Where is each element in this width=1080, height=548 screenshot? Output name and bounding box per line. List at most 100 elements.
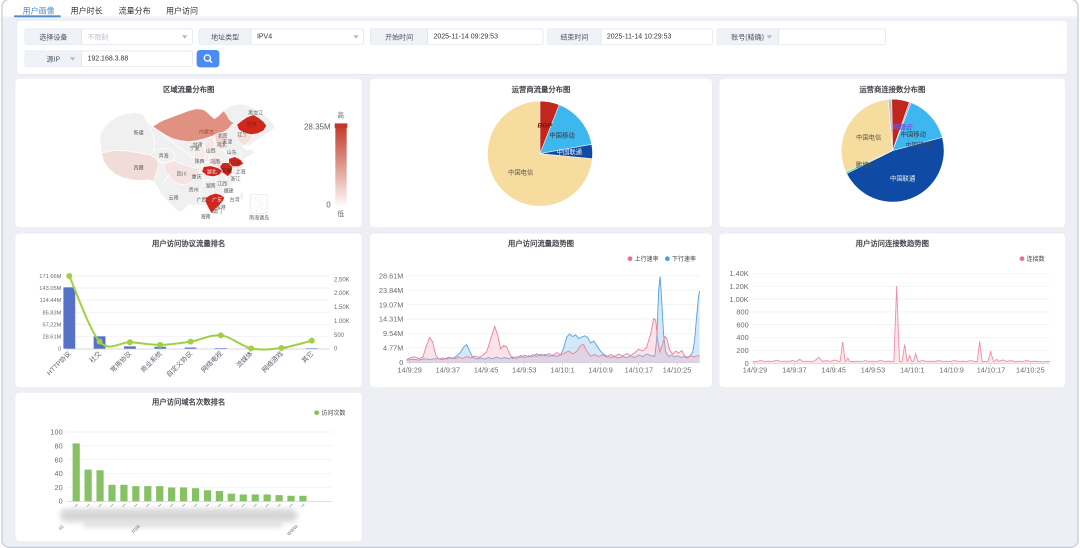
svg-text:高: 高 xyxy=(337,110,344,119)
svg-text:1.00K: 1.00K xyxy=(730,295,749,304)
svg-text:1.00K: 1.00K xyxy=(334,319,350,325)
svg-text:广东: 广东 xyxy=(212,197,222,204)
svg-text:澳门: 澳门 xyxy=(212,208,222,215)
svg-text:下行速率: 下行速率 xyxy=(672,255,696,263)
svg-text:9.54M: 9.54M xyxy=(383,329,403,338)
svg-text:14/9:45: 14/9:45 xyxy=(474,366,498,375)
svg-text:100: 100 xyxy=(50,428,62,437)
svg-text:23.84M: 23.84M xyxy=(379,286,403,295)
svg-text:400: 400 xyxy=(736,333,748,342)
svg-text:运营商连接数分布图: 运营商连接数分布图 xyxy=(859,85,925,94)
svg-text:山东: 山东 xyxy=(227,149,237,156)
svg-text:0: 0 xyxy=(59,497,63,506)
svg-text:海南: 海南 xyxy=(201,214,211,221)
svg-text:14/9:29: 14/9:29 xyxy=(743,366,767,375)
svg-text:200: 200 xyxy=(736,346,748,355)
svg-text:14/9:37: 14/9:37 xyxy=(782,366,806,375)
svg-text:0: 0 xyxy=(58,347,61,353)
svg-text:14.31M: 14.31M xyxy=(379,315,403,324)
svg-text:800: 800 xyxy=(736,308,748,317)
svg-text:14/9:45: 14/9:45 xyxy=(821,366,845,375)
svg-text:28.61M: 28.61M xyxy=(379,271,403,280)
svg-text:内蒙古: 内蒙古 xyxy=(199,129,214,136)
svg-text:湖南: 湖南 xyxy=(206,183,216,190)
svg-text:600: 600 xyxy=(736,320,748,329)
svg-text:鹏博士: 鹏博士 xyxy=(856,160,876,169)
svg-text:其它: 其它 xyxy=(299,349,315,365)
svg-text:500: 500 xyxy=(334,333,345,339)
svg-text:浙江: 浙江 xyxy=(231,176,241,183)
svg-text:江苏: 江苏 xyxy=(231,160,241,167)
svg-text:安徽: 安徽 xyxy=(222,168,232,175)
svg-text:南海诸岛: 南海诸岛 xyxy=(249,215,269,222)
svg-text:1.50K: 1.50K xyxy=(334,305,350,311)
svg-text:上海: 上海 xyxy=(236,169,246,176)
svg-text:14/9:53: 14/9:53 xyxy=(861,366,885,375)
svg-text:台湾: 台湾 xyxy=(230,197,240,204)
svg-text:商业系统: 商业系统 xyxy=(138,349,163,374)
svg-text:重庆: 重庆 xyxy=(192,174,202,181)
svg-text:青海: 青海 xyxy=(159,153,169,160)
svg-text:用户访问域名次数排名: 用户访问域名次数排名 xyxy=(152,398,225,407)
svg-text:区域流量分布图: 区域流量分布图 xyxy=(163,85,214,94)
svg-text:114.44M: 114.44M xyxy=(40,298,62,304)
svg-text:新疆: 新疆 xyxy=(134,130,144,137)
svg-text:14/10:25: 14/10:25 xyxy=(1016,366,1045,375)
svg-text:1.40K: 1.40K xyxy=(730,269,749,278)
svg-text:28.61M: 28.61M xyxy=(42,335,61,341)
svg-text:西藏: 西藏 xyxy=(134,165,144,172)
svg-text:14/10:1: 14/10:1 xyxy=(900,366,924,375)
svg-text:用户访问流量趋势图: 用户访问流量趋势图 xyxy=(508,239,574,248)
svg-text:1.20K: 1.20K xyxy=(730,282,749,291)
svg-text:四川: 四川 xyxy=(177,172,187,178)
svg-text:广西: 广西 xyxy=(197,197,207,204)
svg-text:山西: 山西 xyxy=(206,148,216,155)
svg-text:中国铁通: 中国铁通 xyxy=(905,140,931,149)
svg-text:中国移动: 中国移动 xyxy=(901,130,926,139)
svg-text:中国移动: 中国移动 xyxy=(549,130,574,139)
svg-text:用户访问连接数趋势图: 用户访问连接数趋势图 xyxy=(856,239,929,248)
svg-text:中国联通: 中国联通 xyxy=(557,147,583,156)
svg-text:14/10:17: 14/10:17 xyxy=(625,366,654,375)
svg-text:20: 20 xyxy=(55,483,63,492)
svg-text:中国电信: 中国电信 xyxy=(508,168,533,177)
svg-text:陕西: 陕西 xyxy=(195,158,205,165)
svg-text:14/10:1: 14/10:1 xyxy=(550,366,574,375)
svg-text:宁夏: 宁夏 xyxy=(190,145,200,152)
svg-text:河北: 河北 xyxy=(217,142,227,149)
svg-text:57.22M: 57.22M xyxy=(42,322,61,328)
svg-text:40: 40 xyxy=(55,469,63,478)
svg-text:江西: 江西 xyxy=(217,181,227,188)
svg-text:14/10:25: 14/10:25 xyxy=(663,366,692,375)
svg-text:流媒体: 流媒体 xyxy=(234,349,255,370)
svg-text:低: 低 xyxy=(337,209,344,218)
svg-text:14/9:53: 14/9:53 xyxy=(512,366,536,375)
svg-text:吉林: 吉林 xyxy=(247,121,257,128)
svg-text:14/10:17: 14/10:17 xyxy=(977,366,1006,375)
svg-text:社交: 社交 xyxy=(87,349,103,365)
svg-text:19.07M: 19.07M xyxy=(379,300,403,309)
svg-text:运营商流量分布图: 运营商流量分布图 xyxy=(512,85,571,94)
svg-text:中国联通: 中国联通 xyxy=(890,174,916,183)
svg-text:BGP: BGP xyxy=(537,122,552,129)
svg-text:连接数: 连接数 xyxy=(1027,255,1045,263)
svg-text:2.00K: 2.00K xyxy=(334,291,350,297)
svg-text:14/10:9: 14/10:9 xyxy=(588,366,612,375)
svg-text:网络游戏: 网络游戏 xyxy=(260,349,285,374)
svg-text:0: 0 xyxy=(334,347,338,353)
svg-text:云南: 云南 xyxy=(169,195,179,202)
svg-text:143.05M: 143.05M xyxy=(39,286,61,292)
svg-text:网宿云: 网宿云 xyxy=(892,123,913,131)
svg-text:用户访问协议流量排名: 用户访问协议流量排名 xyxy=(152,239,225,248)
svg-text:贵州: 贵州 xyxy=(189,187,199,194)
svg-text:0: 0 xyxy=(326,200,331,209)
svg-text:2.50K: 2.50K xyxy=(334,277,350,283)
svg-text:14/10:9: 14/10:9 xyxy=(939,366,963,375)
svg-text:14/9:29: 14/9:29 xyxy=(397,366,421,375)
svg-text:网络电视: 网络电视 xyxy=(199,349,224,374)
svg-text:171.66M: 171.66M xyxy=(39,274,61,280)
svg-text:14/9:37: 14/9:37 xyxy=(436,366,460,375)
svg-text:湖北: 湖北 xyxy=(207,169,217,176)
svg-text:4.77M: 4.77M xyxy=(383,343,403,352)
svg-text:北京: 北京 xyxy=(218,133,228,140)
